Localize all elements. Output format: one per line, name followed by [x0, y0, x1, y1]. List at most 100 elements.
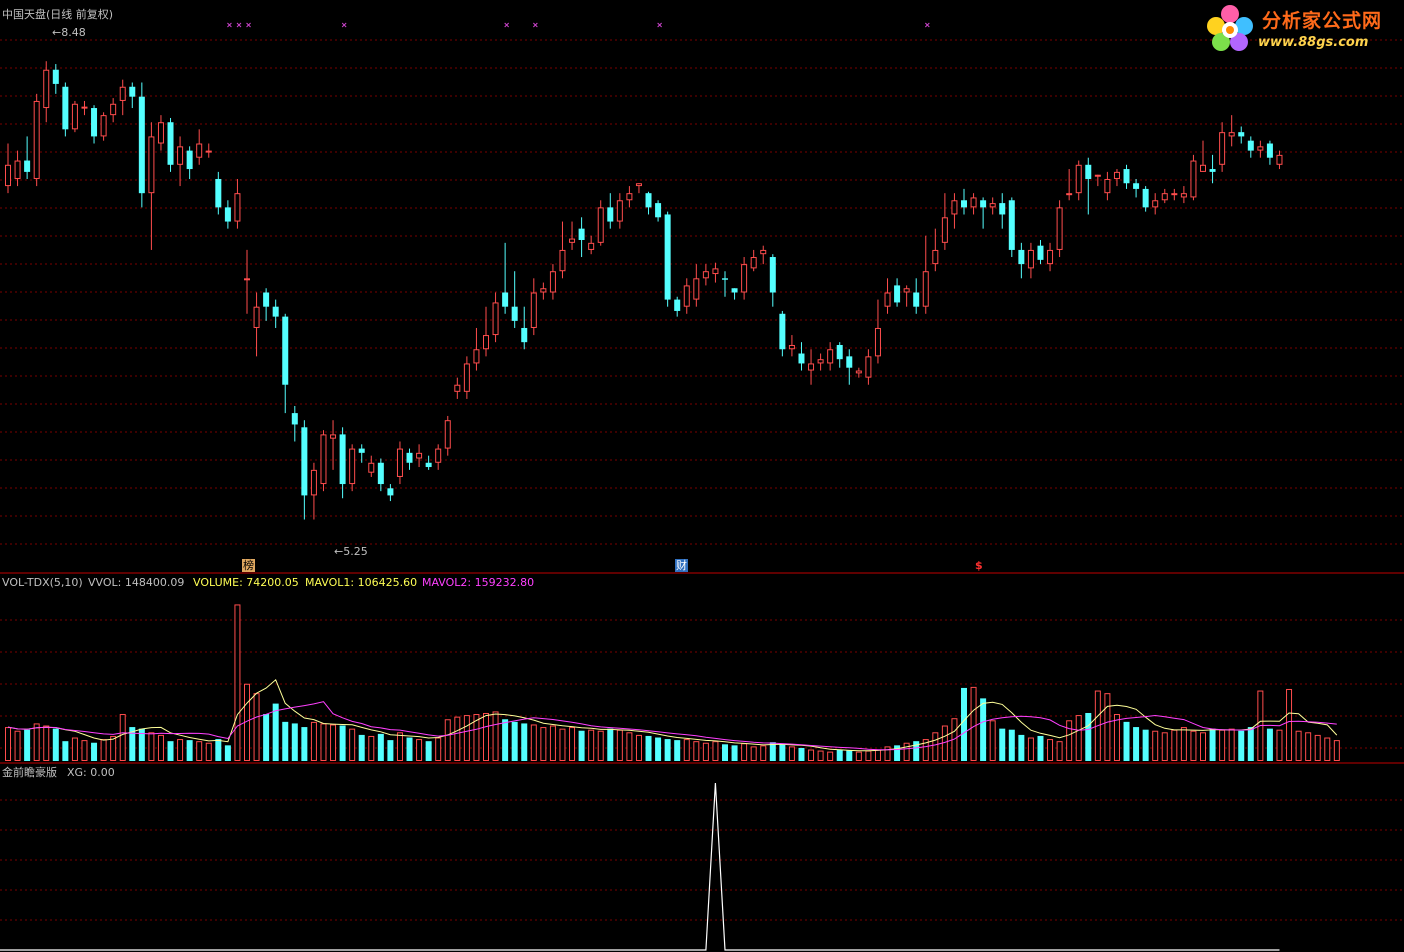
candlestick-series [5, 61, 1283, 520]
mavol1-label: MAVOL1: 106425.60 [305, 576, 418, 589]
candle-body [1247, 140, 1254, 151]
volume-bar [71, 737, 78, 761]
candle-body [750, 257, 757, 269]
candle-body [377, 462, 384, 485]
candle-body [693, 278, 700, 300]
volume-bar [607, 728, 614, 761]
volume-bar [1008, 729, 1015, 761]
candle-body [635, 183, 642, 187]
vvol-label: VVOL: 148400.09 [88, 576, 185, 589]
volume-bar [320, 723, 327, 761]
volume-bar [559, 728, 566, 761]
candle-body [540, 288, 547, 293]
candle-body [769, 257, 776, 293]
volume-bar [1266, 728, 1273, 761]
volume-bar [722, 744, 728, 761]
volume-bar [1123, 721, 1130, 761]
volume-bar [224, 745, 231, 761]
volume-bar [827, 751, 834, 762]
volume-bar [215, 739, 222, 761]
chart-canvas[interactable] [0, 0, 1404, 952]
candle-body [827, 349, 834, 364]
volume-bar [282, 721, 289, 761]
candle-body [416, 452, 423, 459]
candle-body [894, 285, 901, 303]
volume-bar [330, 724, 337, 761]
candle-body [865, 356, 872, 378]
candle-body [760, 249, 767, 255]
volume-bar [62, 741, 69, 761]
volume-bar [435, 737, 442, 761]
candle-body [874, 327, 881, 357]
volume-bar [272, 703, 279, 761]
event-marker-bang[interactable]: 榜 [242, 559, 255, 572]
volume-bar [750, 746, 757, 762]
volume-bar [1228, 728, 1235, 761]
volume-bar [81, 740, 88, 761]
volume-bar [683, 739, 690, 761]
candle-body [722, 278, 728, 280]
candle-body [626, 193, 633, 201]
watermark-name: 分析家公式网 [1262, 10, 1383, 32]
candle-body [1180, 193, 1187, 198]
candle-body [1276, 154, 1283, 165]
volume-bar [148, 732, 155, 761]
candle-body [702, 271, 709, 279]
volume-bar [358, 734, 365, 761]
volume-bar [1295, 730, 1302, 762]
volume-bar [454, 716, 461, 761]
volume-bar [196, 741, 203, 762]
volume-bar [664, 739, 671, 761]
volume-bar [674, 740, 681, 761]
volume-bar [788, 746, 795, 762]
volume-bar [731, 745, 738, 761]
candle-body [922, 271, 929, 307]
candle-body [148, 136, 155, 194]
volume-bar [712, 741, 719, 762]
volume-bar [836, 749, 843, 761]
volume-bar [540, 727, 547, 761]
candle-body [129, 86, 136, 97]
candle-body [282, 316, 289, 385]
volume-bar [310, 721, 317, 761]
volume-bar [970, 686, 977, 761]
candle-body [970, 197, 977, 208]
candle-body [177, 146, 184, 165]
volume-bar [1209, 728, 1216, 761]
volume-bar [186, 740, 193, 761]
candle-body [1161, 193, 1168, 201]
volume-bar [578, 730, 585, 761]
candle-body [91, 108, 98, 137]
candle-body [511, 306, 518, 321]
candle-body [836, 345, 843, 360]
volume-bar [1219, 729, 1226, 761]
candle-body [951, 200, 958, 215]
volume-bar [301, 727, 308, 761]
candle-body [1266, 143, 1273, 158]
candle-body [1123, 169, 1130, 184]
volume-bar [1113, 714, 1120, 761]
volume-indicator-name: VOL-TDX(5,10) [2, 576, 83, 589]
volume-bar [1333, 740, 1340, 761]
volume-bar [1152, 730, 1159, 762]
highest-price-label: ←8.48 [52, 26, 86, 39]
event-marker-dollar[interactable]: $ [975, 559, 983, 572]
candle-body [234, 193, 241, 222]
event-marker-finance[interactable]: 财 [675, 559, 688, 572]
volume-bar [530, 724, 537, 761]
xg-label: XG: 0.00 [67, 766, 115, 779]
volume-bar [808, 749, 815, 761]
volume-bar [91, 742, 98, 761]
candle-body [205, 150, 212, 153]
volume-bar [1075, 715, 1082, 762]
candle-body [473, 349, 480, 364]
volume-bar [1142, 729, 1149, 761]
candle-body [119, 86, 126, 101]
volume-bar [444, 719, 451, 761]
candle-body [1113, 171, 1120, 179]
candle-body [1257, 146, 1264, 151]
volume-bar [1247, 727, 1254, 761]
volume-bar [349, 728, 356, 761]
volume-bar [1200, 732, 1206, 761]
volume-bar [1066, 720, 1073, 762]
